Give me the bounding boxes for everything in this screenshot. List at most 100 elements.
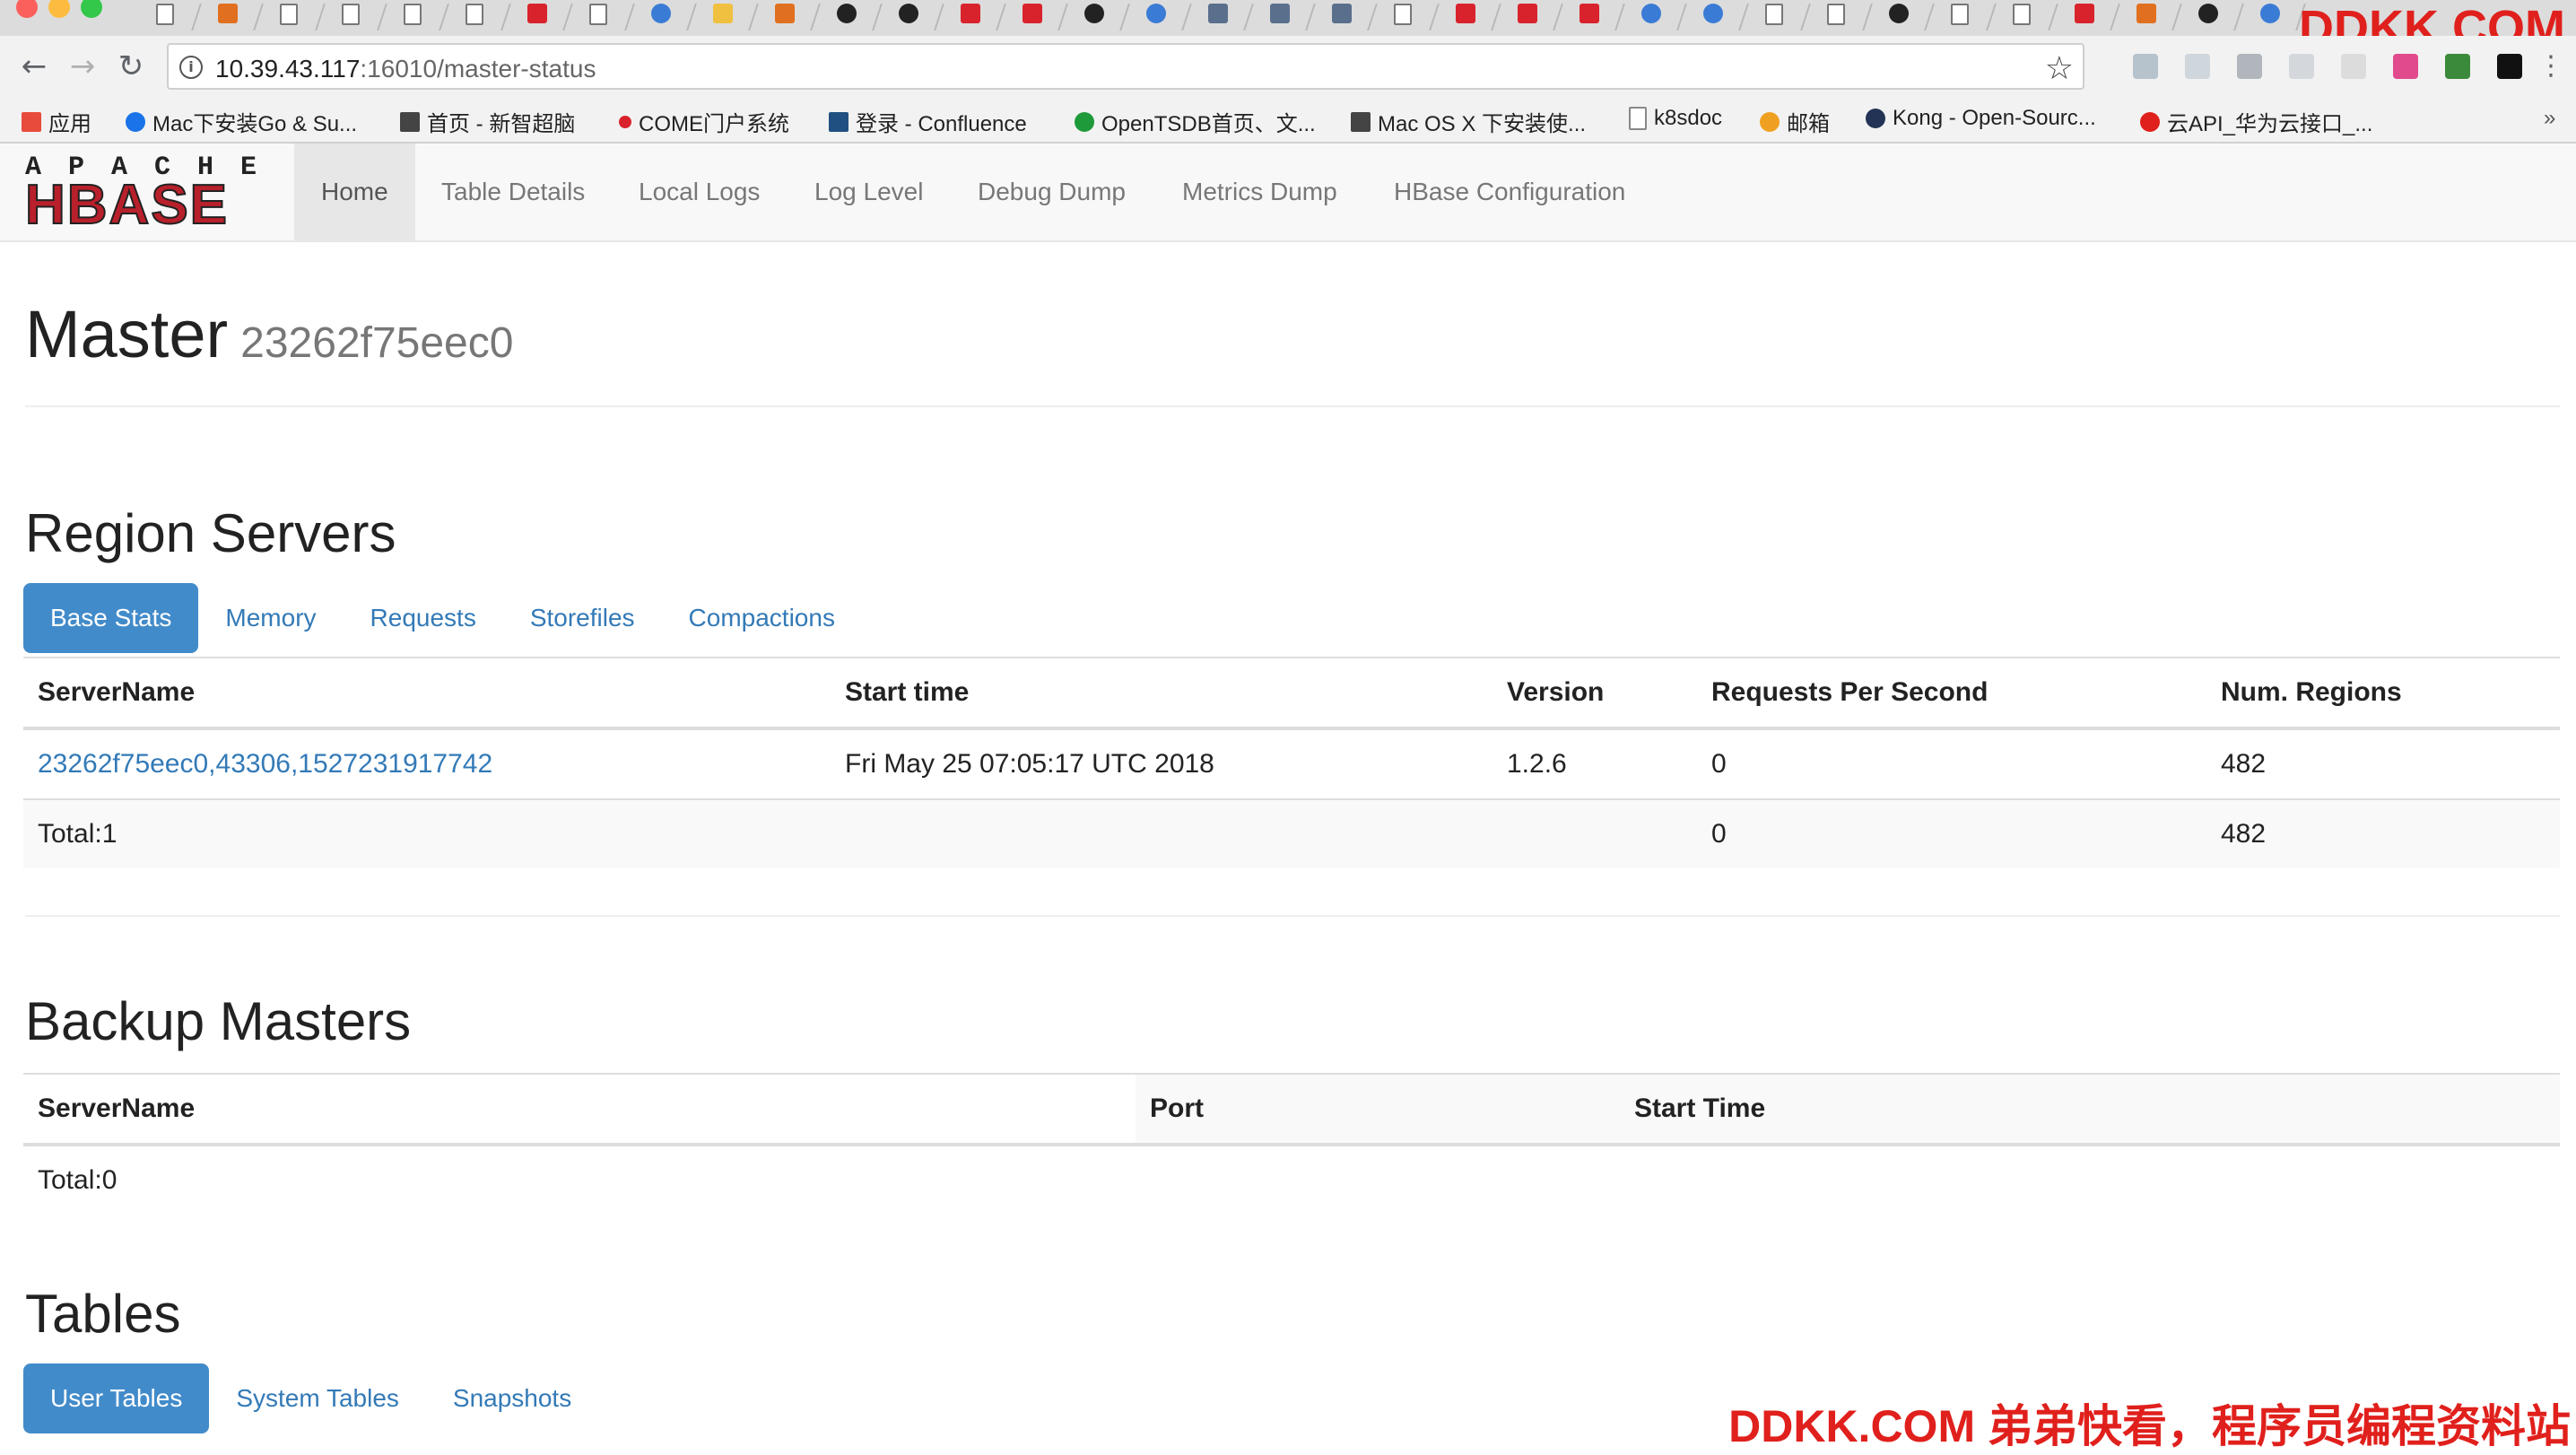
bookmark-item[interactable]: OpenTSDB首页、文...: [1075, 106, 1316, 137]
extension-image-icon[interactable]: [2237, 54, 2262, 79]
tab-memory[interactable]: Memory: [198, 583, 343, 653]
browser-tab[interactable]: [1682, 0, 1749, 36]
bookmark-item[interactable]: 邮箱: [1760, 106, 1830, 137]
bookmark-item[interactable]: 云API_华为云接口_...: [2140, 106, 2372, 137]
forward-arrow-icon[interactable]: →: [65, 48, 100, 84]
face-favicon-icon: [218, 4, 238, 23]
bookmark-item[interactable]: 应用: [22, 106, 91, 137]
nav-debug-dump[interactable]: Debug Dump: [951, 144, 1153, 240]
browser-tab[interactable]: [1496, 0, 1563, 36]
bookmark-item[interactable]: 首页 - 新智超脑: [400, 106, 575, 137]
tab-storefiles[interactable]: Storefiles: [503, 583, 662, 653]
reload-icon[interactable]: ↻: [113, 48, 149, 84]
browser-tab[interactable]: [568, 0, 635, 36]
edit-icon: [400, 111, 420, 132]
nav-hbase-configuration[interactable]: HBase Configuration: [1367, 144, 1652, 240]
doc-favicon-icon: [1394, 4, 1412, 25]
start-time-cell: Fri May 25 07:05:17 UTC 2018: [831, 728, 1493, 799]
browser-tab[interactable]: [1434, 0, 1501, 36]
extension-window-icon[interactable]: [2341, 54, 2366, 79]
browser-tab[interactable]: [2239, 0, 2306, 36]
extension-dark-icon[interactable]: [2497, 54, 2522, 79]
window-control-icon[interactable]: [16, 0, 38, 18]
browser-tab[interactable]: [2115, 0, 2182, 36]
browser-tab[interactable]: [2177, 0, 2244, 36]
browser-tab[interactable]: [2053, 0, 2120, 36]
url-path: :16010/master-status: [360, 55, 596, 83]
extension-star-icon[interactable]: [2393, 54, 2418, 79]
browser-tab[interactable]: [320, 0, 387, 36]
browser-tab[interactable]: [939, 0, 1006, 36]
extension-tree-icon[interactable]: [2289, 54, 2314, 79]
nav-local-logs[interactable]: Local Logs: [612, 144, 787, 240]
hbase-logo[interactable]: APACHE HBASE: [24, 154, 273, 236]
nav-table-details[interactable]: Table Details: [414, 144, 612, 240]
nav-log-level[interactable]: Log Level: [788, 144, 950, 240]
browser-tab[interactable]: [382, 0, 449, 36]
bookmark-item[interactable]: COME门户系统: [619, 106, 789, 137]
requests-per-second-cell: 0: [1697, 728, 2206, 799]
bookmark-label: Mac下安装Go & Su...: [152, 112, 358, 136]
back-arrow-icon[interactable]: ←: [16, 48, 52, 84]
server-name-link[interactable]: 23262f75eec0,43306,1527231917742: [38, 749, 492, 779]
bookmarks-more-chevron[interactable]: »: [2544, 106, 2555, 131]
browser-tab[interactable]: [1558, 0, 1625, 36]
tab-snapshots[interactable]: Snapshots: [426, 1364, 598, 1433]
bookmark-item[interactable]: Kong - Open-Sourc...: [1866, 106, 2096, 131]
extension-lock-icon[interactable]: [2445, 54, 2470, 79]
logo-hbase-text: HBASE: [24, 174, 230, 236]
address-bar[interactable]: i 10.39.43.117:16010/master-status ☆: [167, 43, 2084, 90]
orange-favicon-icon: [2137, 4, 2156, 23]
doc-favicon-icon: [342, 4, 360, 25]
tables-heading: Tables: [25, 1284, 181, 1344]
table-header-row: ServerName Port Start Time: [23, 1073, 2560, 1146]
window-control-icon[interactable]: [48, 0, 70, 18]
bookmark-label: COME门户系统: [639, 112, 789, 136]
extension-react-icon[interactable]: [2185, 54, 2210, 79]
bookmark-star-icon[interactable]: ☆: [2045, 50, 2074, 87]
browser-tab[interactable]: [815, 0, 883, 36]
browser-tab[interactable]: [1187, 0, 1254, 36]
bookmark-item[interactable]: 登录 - Confluence: [829, 106, 1027, 137]
browser-tab[interactable]: [135, 0, 202, 36]
browser-tab[interactable]: [1001, 0, 1068, 36]
nav-metrics-dump[interactable]: Metrics Dump: [1155, 144, 1364, 240]
browser-tab[interactable]: [1620, 0, 1687, 36]
grid-favicon-icon: [1208, 4, 1228, 23]
browser-menu-icon[interactable]: ⋮: [2533, 48, 2569, 84]
backup-masters-table: ServerName Port Start Time Total:0: [23, 1073, 2560, 1215]
tab-system-tables[interactable]: System Tables: [209, 1364, 426, 1433]
bookmark-item[interactable]: k8sdoc: [1629, 106, 1722, 131]
browser-tab[interactable]: [1867, 0, 1935, 36]
tab-compactions[interactable]: Compactions: [662, 583, 862, 653]
bookmark-item[interactable]: Mac下安装Go & Su...: [126, 106, 357, 137]
url-text[interactable]: 10.39.43.117:16010/master-status: [215, 55, 596, 83]
num-regions-cell: 482: [2206, 728, 2560, 799]
tab-user-tables[interactable]: User Tables: [23, 1364, 210, 1433]
browser-tab[interactable]: [1310, 0, 1378, 36]
browser-tab[interactable]: [877, 0, 944, 36]
browser-tab[interactable]: [1249, 0, 1316, 36]
browser-tab[interactable]: [1125, 0, 1192, 36]
browser-tab[interactable]: [444, 0, 511, 36]
browser-tab[interactable]: [258, 0, 326, 36]
tab-base-stats[interactable]: Base Stats: [23, 583, 199, 653]
browser-tab[interactable]: [1372, 0, 1440, 36]
browser-tab[interactable]: [753, 0, 821, 36]
site-info-icon[interactable]: i: [179, 56, 203, 79]
window-control-icon[interactable]: [81, 0, 102, 18]
browser-tab[interactable]: [196, 0, 264, 36]
browser-tab[interactable]: [692, 0, 759, 36]
nav-home[interactable]: Home: [294, 144, 415, 240]
bookmark-label: 登录 - Confluence: [856, 112, 1027, 136]
tab-requests[interactable]: Requests: [344, 583, 503, 653]
bookmark-item[interactable]: Mac OS X 下安装使...: [1351, 106, 1586, 137]
browser-tab[interactable]: [506, 0, 573, 36]
browser-tab[interactable]: [1063, 0, 1130, 36]
browser-tab[interactable]: [1806, 0, 1873, 36]
browser-tab[interactable]: [1991, 0, 2058, 36]
browser-tab[interactable]: [630, 0, 697, 36]
browser-tab[interactable]: [1744, 0, 1811, 36]
browser-tab[interactable]: [1929, 0, 1997, 36]
extension-plane-icon[interactable]: [2133, 54, 2158, 79]
